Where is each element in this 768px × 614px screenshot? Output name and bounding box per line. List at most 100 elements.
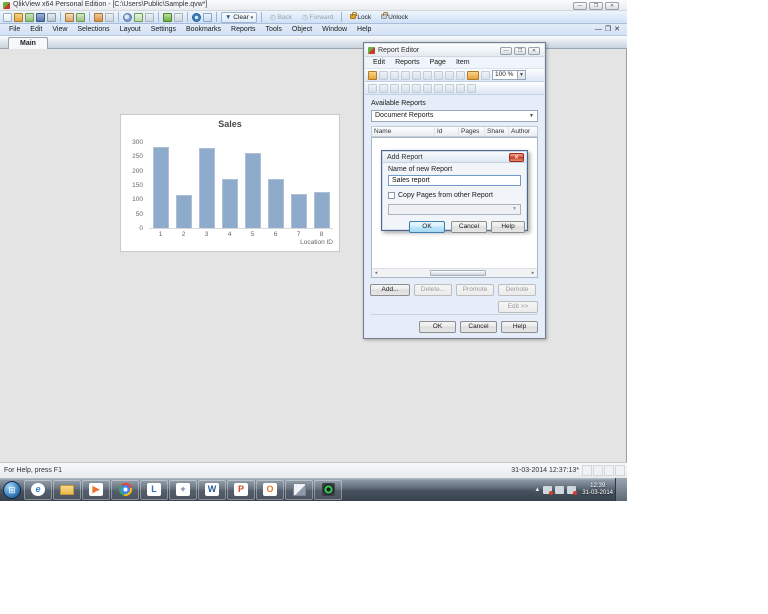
promote-button[interactable]: Promote [456, 284, 494, 296]
re-space-vertical-icon[interactable] [445, 83, 454, 93]
back-button[interactable]: ◴ Back [266, 11, 296, 23]
column-pages[interactable]: Pages [459, 127, 485, 136]
bar[interactable] [244, 153, 261, 228]
re-fit-icon[interactable] [481, 70, 490, 80]
column-id[interactable]: Id [435, 127, 459, 136]
column-author[interactable]: Author [509, 127, 537, 136]
sales-chart-window[interactable]: Sales 0 50 100 150 200 250 300 1 2 3 4 5 6 7 8 Locati… [120, 114, 340, 252]
search-icon[interactable] [123, 12, 132, 22]
bar[interactable] [313, 191, 330, 228]
design-grid-icon[interactable] [174, 12, 183, 22]
taskbar-webcam-app[interactable] [314, 479, 342, 500]
menu-help[interactable]: Help [352, 25, 376, 34]
re-snap-grid-icon[interactable] [456, 83, 465, 93]
show-desktop-button[interactable] [615, 478, 627, 501]
clear-button[interactable]: ▼ Clear ▾ [221, 11, 258, 23]
favorites-icon[interactable] [163, 12, 172, 22]
close-icon[interactable]: ✕ [509, 153, 524, 162]
re-minimize-icon[interactable]: — [500, 47, 512, 55]
help-button[interactable]: Help [491, 221, 525, 233]
bar[interactable] [198, 148, 215, 228]
horizontal-scrollbar[interactable]: ◂ ▸ [372, 268, 537, 277]
report-name-input[interactable] [388, 175, 521, 186]
edit-icon[interactable] [65, 12, 74, 22]
chevron-down-icon[interactable]: ▼ [517, 71, 525, 79]
help-icon[interactable] [192, 12, 201, 22]
taskbar-journal[interactable] [285, 479, 313, 500]
menu-settings[interactable]: Settings [146, 25, 181, 34]
re-settings-icon[interactable] [467, 83, 476, 93]
forward-button[interactable]: ◷ Forward [298, 11, 337, 23]
taskbar-word[interactable]: W [198, 479, 226, 500]
menu-tools[interactable]: Tools [261, 25, 287, 34]
copy-source-combobox-disabled[interactable]: ▼ [388, 204, 521, 215]
re-cancel-button[interactable]: Cancel [460, 321, 497, 333]
re-ok-button[interactable]: OK [419, 321, 456, 333]
reload-icon[interactable] [76, 12, 85, 22]
edit-button[interactable]: Edit >> [498, 301, 538, 313]
re-zoom-combobox[interactable]: 100 % ▼ [492, 70, 526, 80]
bar[interactable] [152, 147, 169, 228]
re-align-center-icon[interactable] [379, 83, 388, 93]
close-icon[interactable]: ✕ [605, 2, 619, 10]
bar[interactable] [267, 179, 284, 228]
ok-button[interactable]: OK [409, 221, 445, 233]
unlock-button[interactable]: Unlock [377, 11, 412, 23]
re-align-top-icon[interactable] [401, 83, 410, 93]
save-icon[interactable] [36, 12, 45, 22]
re-add-item-icon[interactable] [467, 70, 479, 80]
re-align-bottom-icon[interactable] [423, 83, 432, 93]
re-copy-page-icon[interactable] [390, 70, 399, 80]
start-button[interactable]: ⊞ [3, 480, 21, 499]
menu-object[interactable]: Object [287, 25, 317, 34]
minimize-icon[interactable]: — [573, 2, 587, 10]
redo-icon[interactable] [105, 12, 114, 22]
bar[interactable] [221, 178, 238, 228]
tab-main[interactable]: Main [8, 37, 48, 49]
re-help-button[interactable]: Help [501, 321, 538, 333]
taskbar-picture-tool[interactable]: + [169, 479, 197, 500]
demote-button[interactable]: Demote [498, 284, 536, 296]
whats-this-icon[interactable] [203, 12, 212, 22]
chevron-down-icon[interactable]: ▼ [527, 112, 536, 120]
re-align-right-icon[interactable] [390, 83, 399, 93]
network-error-icon[interactable] [543, 485, 554, 495]
re-menu-item[interactable]: Item [451, 58, 475, 67]
re-open-report-icon[interactable] [368, 70, 377, 80]
restore-icon[interactable]: ❐ [589, 2, 603, 10]
report-editor-titlebar[interactable]: Report Editor — ❐ ✕ [365, 44, 544, 57]
lock-button[interactable]: Lock [346, 11, 375, 23]
re-page-up-icon[interactable] [412, 70, 421, 80]
re-page-down-icon[interactable] [423, 70, 432, 80]
menu-selections[interactable]: Selections [72, 25, 114, 34]
quick-change-icon[interactable] [145, 12, 154, 22]
scrollbar-thumb[interactable] [430, 270, 486, 276]
menu-file[interactable]: File [4, 25, 25, 34]
print-icon[interactable] [47, 12, 56, 22]
mdi-minimize-icon[interactable]: — [595, 25, 602, 34]
printer-icon[interactable] [555, 485, 565, 494]
add-report-titlebar[interactable]: Add Report ✕ [383, 152, 526, 163]
refresh-icon[interactable] [25, 12, 34, 22]
re-align-left-icon[interactable] [368, 83, 377, 93]
scroll-left-icon[interactable]: ◂ [372, 270, 380, 277]
column-share[interactable]: Share [485, 127, 509, 136]
menu-window[interactable]: Window [317, 25, 352, 34]
column-name[interactable]: Name [372, 127, 435, 136]
taskbar-launcher[interactable]: L [140, 479, 168, 500]
new-document-icon[interactable] [3, 12, 12, 22]
re-align-middle-icon[interactable] [412, 83, 421, 93]
menu-bookmarks[interactable]: Bookmarks [181, 25, 226, 34]
current-selections-icon[interactable] [134, 12, 143, 22]
open-icon[interactable] [14, 12, 23, 22]
re-new-page-icon[interactable] [379, 70, 388, 80]
re-close-icon[interactable]: ✕ [528, 47, 540, 55]
taskbar-chrome[interactable] [111, 479, 139, 500]
re-menu-page[interactable]: Page [425, 58, 451, 67]
tray-expand-icon[interactable]: ▲ [534, 487, 540, 493]
copy-pages-checkbox[interactable] [388, 192, 395, 199]
re-paste-icon[interactable] [456, 70, 465, 80]
re-menu-reports[interactable]: Reports [390, 58, 425, 67]
menu-layout[interactable]: Layout [115, 25, 146, 34]
delete-button[interactable]: Delete... [414, 284, 452, 296]
